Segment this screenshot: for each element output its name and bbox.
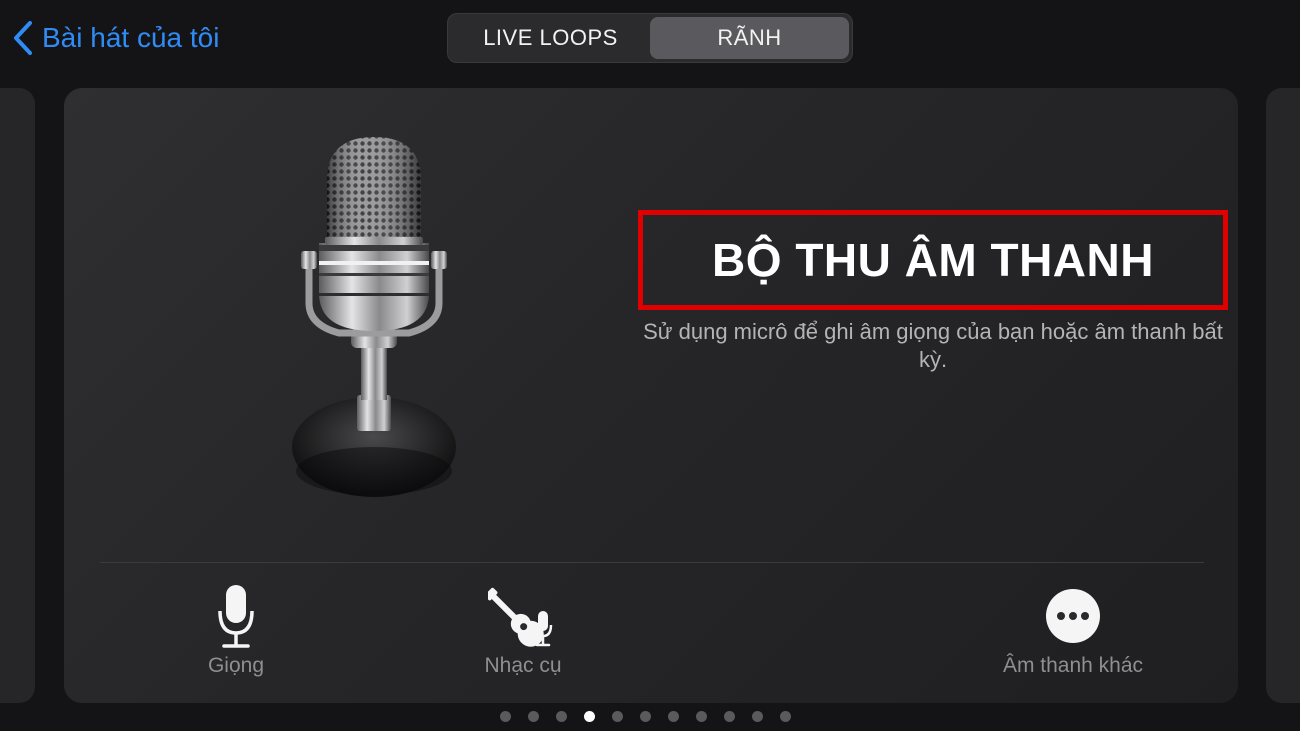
back-button[interactable]: Bài hát của tôi [12,18,219,58]
title-highlight: BỘ THU ÂM THANH [638,210,1228,310]
page-dot-active[interactable] [583,711,595,722]
tab-live-loops[interactable]: LIVE LOOPS [451,17,650,59]
page-dot[interactable] [751,711,763,722]
instrument-option[interactable]: Nhạc cụ [451,582,595,678]
card-description: Sử dụng micrô để ghi âm giọng của bạn ho… [643,319,1223,372]
page-dot[interactable] [695,711,707,722]
page-dot[interactable] [779,711,791,722]
page-dot[interactable] [527,711,539,722]
page-indicator[interactable] [0,711,1300,722]
page-dot[interactable] [667,711,679,722]
back-label: Bài hát của tôi [42,22,220,53]
microphone-icon [218,585,254,648]
chevron-left-icon [14,21,32,55]
more-icon [1046,589,1100,643]
tab-tracks[interactable]: RÃNH [650,17,849,59]
mode-segmented-control: LIVE LOOPS RÃNH [447,13,853,63]
page-dot[interactable] [639,711,651,722]
page-dot[interactable] [723,711,735,722]
previous-card[interactable] [0,88,35,703]
other-sound-label: Âm thanh khác [1002,654,1144,677]
other-sound-option[interactable]: Âm thanh khác [973,582,1173,678]
next-card[interactable] [1266,88,1300,703]
page-dot[interactable] [611,711,623,722]
divider [100,562,1204,563]
microphone-image [292,137,456,497]
card-title: BỘ THU ÂM THANH [712,234,1154,286]
voice-label: Giọng [207,654,265,677]
audio-recorder-card[interactable]: BỘ THU ÂM THANH Sử dụng micrô để ghi âm … [64,88,1238,703]
guitar-mic-icon [488,587,553,647]
page-dot[interactable] [499,711,511,722]
instrument-label: Nhạc cụ [484,654,562,677]
voice-option[interactable]: Giọng [174,582,298,678]
page-dot[interactable] [555,711,567,722]
